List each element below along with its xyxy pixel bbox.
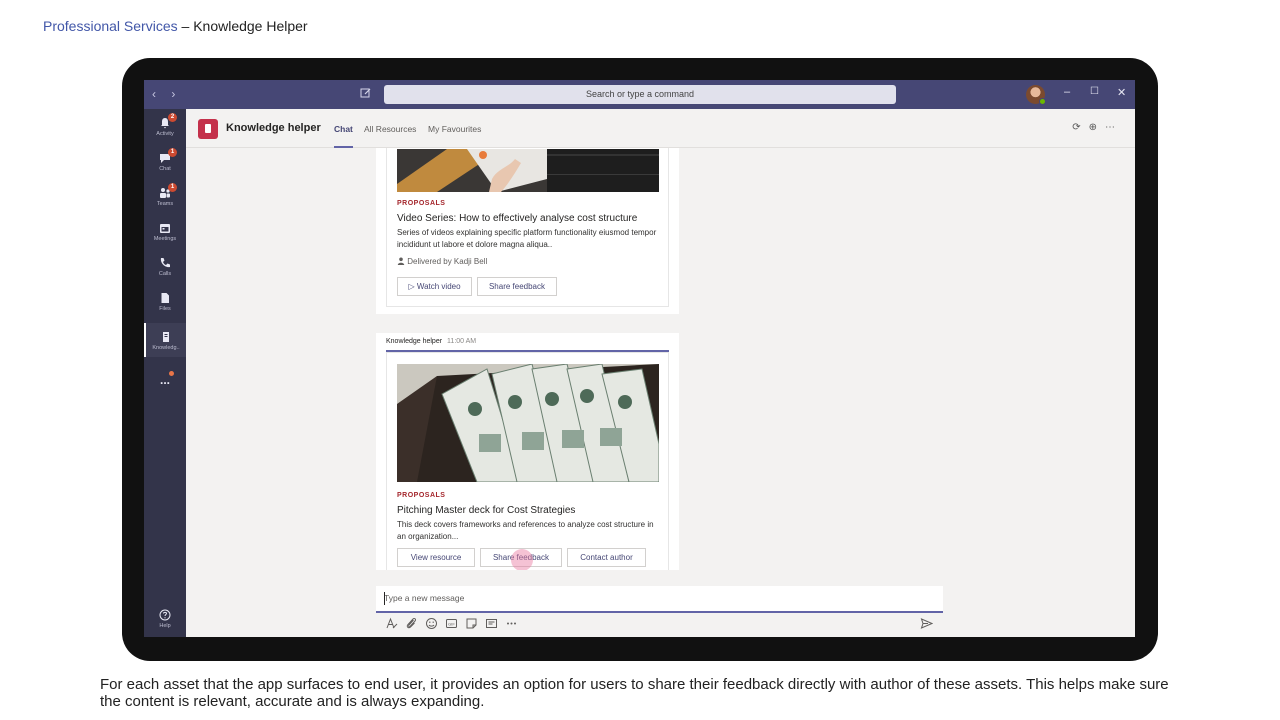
header-actions: ⟳⊕⋯	[1072, 122, 1123, 133]
tablet-frame: ‹ › Search or type a command – ☐ ✕ 2 Act…	[122, 58, 1158, 661]
message-card-deck: Knowledge helper 11:00 AM PROPOSALS Pitc…	[376, 333, 679, 570]
send-icon[interactable]	[920, 617, 933, 630]
attach-icon[interactable]	[405, 617, 418, 630]
teams-badge: 1	[168, 183, 177, 192]
app-rail: 2 Activity 1 Chat 1 Teams Meetings Calls	[144, 109, 186, 637]
gif-icon[interactable]: GIF	[445, 617, 458, 630]
rail-item-activity[interactable]: 2 Activity	[144, 113, 186, 137]
card-meta: Delivered by Kadji Bell	[397, 257, 487, 266]
rail-label: Files	[159, 306, 171, 312]
tab-all-resources[interactable]: All Resources	[364, 124, 416, 134]
contact-author-button[interactable]: Contact author	[567, 548, 646, 567]
rail-label: Knowledg..	[152, 345, 180, 351]
refresh-icon[interactable]: ⟳	[1072, 122, 1088, 133]
watch-video-label: Watch video	[416, 282, 461, 291]
knowledge-icon	[163, 332, 169, 342]
knowledge-helper-app-icon	[198, 119, 218, 139]
card-description: This deck covers frameworks and referenc…	[397, 520, 654, 541]
message-card-video: PROPOSALS Video Series: How to effective…	[376, 148, 679, 314]
emoji-icon[interactable]	[425, 617, 438, 630]
card-category: PROPOSALS	[397, 492, 446, 499]
card-title: Video Series: How to effectively analyse…	[397, 213, 638, 224]
format-icon[interactable]	[385, 617, 398, 630]
composer-toolbar: GIF	[376, 615, 943, 633]
phone-icon	[160, 258, 170, 268]
play-icon: ▷	[408, 282, 417, 291]
laptop-image	[397, 149, 659, 192]
text-caret	[384, 592, 385, 605]
share-feedback-button[interactable]: Share feedback	[477, 277, 557, 296]
presence-available-icon	[1039, 98, 1046, 105]
rail-item-meetings[interactable]: Meetings	[144, 222, 186, 242]
calendar-icon	[160, 224, 170, 233]
slide-title-rest: – Knowledge Helper	[177, 18, 308, 34]
rail-item-more[interactable]: ...	[144, 371, 186, 387]
app-title: Knowledge helper	[226, 122, 321, 134]
rail-label: Calls	[158, 271, 172, 277]
card-description: Series of videos explaining specific pla…	[397, 228, 657, 249]
adaptive-card: PROPOSALS Video Series: How to effective…	[386, 148, 669, 307]
rail-item-knowledge[interactable]: Knowledg..	[144, 323, 186, 357]
compose-icon[interactable]	[360, 87, 372, 99]
teams-window: ‹ › Search or type a command – ☐ ✕ 2 Act…	[144, 80, 1135, 637]
rail-item-teams[interactable]: 1 Teams	[144, 183, 186, 207]
rail-label: Meetings	[153, 236, 177, 242]
file-icon	[161, 293, 169, 303]
search-input[interactable]: Search or type a command	[384, 85, 896, 104]
activity-badge: 2	[168, 113, 177, 122]
rail-label: Teams	[156, 201, 174, 207]
maximize-icon[interactable]: ☐	[1090, 86, 1099, 97]
view-resource-button[interactable]: View resource	[397, 548, 475, 567]
rail-item-help[interactable]: Help	[144, 609, 186, 629]
close-icon[interactable]: ✕	[1117, 86, 1126, 99]
message-input[interactable]	[384, 593, 924, 603]
more-apps-icon[interactable]	[505, 617, 518, 630]
chat-messages: PROPOSALS Video Series: How to effective…	[186, 148, 1135, 570]
click-indicator	[511, 549, 533, 570]
tab-my-favourites[interactable]: My Favourites	[428, 124, 481, 134]
rail-item-calls[interactable]: Calls	[144, 257, 186, 277]
rail-label: Activity	[156, 131, 174, 137]
rail-item-files[interactable]: Files	[144, 292, 186, 312]
adaptive-card: PROPOSALS Pitching Master deck for Cost …	[386, 352, 669, 570]
card-category: PROPOSALS	[397, 200, 446, 207]
sender-name: Knowledge helper	[386, 338, 443, 345]
minimize-icon[interactable]: –	[1064, 86, 1070, 98]
sticker-icon[interactable]	[465, 617, 478, 630]
slide-title-accent: Professional Services	[43, 18, 178, 34]
message-composer	[376, 586, 943, 613]
title-bar: ‹ › Search or type a command – ☐ ✕	[144, 80, 1135, 109]
message-header: Knowledge helper 11:00 AM	[386, 338, 476, 345]
message-time: 11:00 AM	[447, 338, 477, 345]
watch-video-button[interactable]: ▷ Watch video	[397, 277, 472, 296]
rail-label: Chat	[159, 166, 171, 172]
card-title: Pitching Master deck for Cost Strategies	[397, 505, 576, 516]
card-author: Delivered by Kadji Bell	[407, 257, 488, 266]
person-icon	[397, 257, 405, 265]
slide-title: Professional Services – Knowledge Helper	[43, 18, 308, 34]
more-options-icon[interactable]: ⋯	[1105, 122, 1123, 133]
app-header: Knowledge helper Chat All Resources My F…	[186, 109, 1135, 148]
meet-now-icon[interactable]	[485, 617, 498, 630]
rail-label: Help	[159, 623, 171, 629]
rail-item-chat[interactable]: 1 Chat	[144, 148, 186, 172]
user-avatar[interactable]	[1026, 85, 1046, 105]
money-image	[397, 364, 659, 482]
svg-text:GIF: GIF	[448, 622, 455, 627]
chat-badge: 1	[168, 148, 177, 157]
globe-icon[interactable]: ⊕	[1089, 122, 1105, 133]
help-icon	[159, 609, 171, 621]
slide-caption: For each asset that the app surfaces to …	[100, 676, 1169, 710]
search-placeholder: Search or type a command	[585, 89, 695, 99]
tab-chat[interactable]: Chat	[334, 124, 353, 134]
more-icon: ...	[159, 373, 170, 387]
back-forward-arrows[interactable]: ‹ ›	[152, 87, 181, 101]
notification-dot	[169, 371, 174, 376]
